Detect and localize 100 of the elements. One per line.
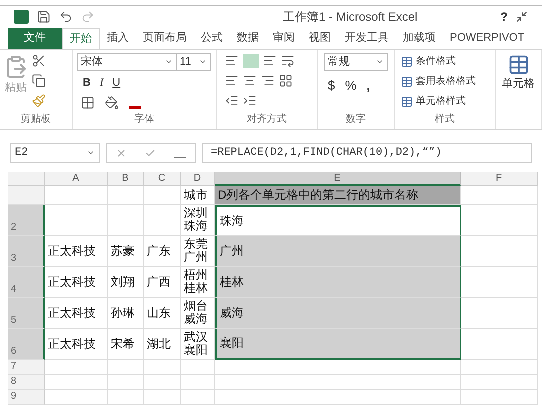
style-menu-button[interactable]: 条件格式 <box>401 54 489 69</box>
ribbon-tab[interactable]: POWERPIVOT <box>443 28 532 49</box>
table-cell: 深圳珠海 <box>181 205 215 236</box>
row-number: 2 <box>11 221 17 235</box>
comma-button[interactable]: , <box>366 76 370 96</box>
merge-icon[interactable] <box>279 74 293 88</box>
ribbon-tab[interactable]: 加载项 <box>396 28 443 49</box>
caret-icon <box>87 149 95 157</box>
table-style-icon <box>401 76 413 88</box>
group-label: 对齐方式 <box>246 112 288 127</box>
ribbon-tab[interactable]: 插入 <box>100 28 136 49</box>
wrap-text-icon[interactable] <box>281 54 295 68</box>
table-cell: 正太科技 <box>45 329 108 360</box>
ribbon-tab[interactable]: 开始 <box>62 28 100 49</box>
table-cell: 湖北 <box>144 329 181 360</box>
indent-increase-icon[interactable] <box>243 94 257 108</box>
table-cell: 襄阳 <box>215 329 461 360</box>
restore-icon[interactable] <box>516 11 528 23</box>
caret-icon <box>199 58 207 66</box>
ribbon-tab[interactable]: 公式 <box>194 28 230 49</box>
italic-button[interactable]: I <box>100 75 104 92</box>
table-cell: 正太科技 <box>45 236 108 267</box>
group-label: 数字 <box>345 112 367 127</box>
column-header[interactable]: F <box>461 172 538 186</box>
align-left-icon[interactable] <box>225 74 239 88</box>
cells-icon[interactable] <box>508 54 530 76</box>
align-top-icon[interactable] <box>225 54 239 68</box>
align-center-icon[interactable] <box>243 74 257 88</box>
table-cell <box>144 360 181 375</box>
table-cell <box>45 360 108 375</box>
group-label: 剪贴板 <box>20 112 52 127</box>
borders-icon[interactable] <box>81 96 95 110</box>
table-cell: 孙琳 <box>108 298 144 329</box>
align-bottom-icon[interactable] <box>263 54 277 68</box>
column-header[interactable]: A <box>45 172 108 186</box>
table-cell: 刘翔 <box>108 267 144 298</box>
cut-icon[interactable] <box>32 54 46 68</box>
fill-color-icon[interactable] <box>105 96 119 110</box>
table-cell <box>144 375 181 390</box>
table-cell: 珠海 <box>215 205 461 236</box>
ribbon-tab[interactable]: 视图 <box>302 28 338 49</box>
copy-icon[interactable] <box>32 74 46 88</box>
ribbon-tab[interactable]: 审阅 <box>266 28 302 49</box>
table-cell: 山东 <box>144 298 181 329</box>
table-cell: 广州 <box>215 236 461 267</box>
undo-icon[interactable] <box>59 10 73 24</box>
row-number: 6 <box>11 345 17 359</box>
style-menu-button[interactable]: 套用表格格式 <box>401 74 489 89</box>
underline-button[interactable]: U <box>112 75 121 92</box>
table-cell: 正太科技 <box>45 298 108 329</box>
table-style-icon <box>401 56 413 68</box>
column-header[interactable]: B <box>108 172 144 186</box>
table-cell: 武汉襄阳 <box>181 329 215 360</box>
table-cell <box>144 186 181 205</box>
ribbon-tab[interactable]: 页面布局 <box>136 28 194 49</box>
row-number: 7 <box>11 360 17 374</box>
row-number: 9 <box>11 390 17 404</box>
table-cell: D列各个单元格中的第二行的城市名称 <box>215 186 461 205</box>
currency-button[interactable]: $ <box>328 76 336 96</box>
font-name-field[interactable]: 宋体 <box>77 53 177 71</box>
save-icon[interactable] <box>37 10 51 24</box>
column-header[interactable]: E <box>215 172 461 186</box>
row-header[interactable]: 6 <box>8 329 45 360</box>
table-cell <box>45 375 108 390</box>
format-painter-icon[interactable] <box>32 94 46 108</box>
font-size-field[interactable]: 11 <box>177 53 211 71</box>
help-button[interactable]: ? <box>500 8 508 26</box>
table-cell: 广西 <box>144 267 181 298</box>
caret-icon <box>165 58 173 66</box>
cells-button[interactable]: 单元格 <box>502 76 535 92</box>
row-header[interactable]: 9 <box>8 390 45 405</box>
column-header[interactable]: C <box>144 172 181 186</box>
row-header[interactable]: 8 <box>8 375 45 390</box>
row-number: 5 <box>11 314 17 328</box>
name-box[interactable]: E2 <box>10 143 100 163</box>
row-header[interactable]: 3 <box>8 236 45 267</box>
align-right-icon[interactable] <box>261 74 275 88</box>
number-format-field[interactable]: 常规 <box>324 53 388 71</box>
ribbon-tab[interactable]: 开发工具 <box>338 28 396 49</box>
percent-button[interactable]: % <box>345 76 357 96</box>
table-cell: 宋希 <box>108 329 144 360</box>
indent-decrease-icon[interactable] <box>225 94 239 108</box>
table-cell <box>108 205 144 236</box>
row-header[interactable]: 7 <box>8 360 45 375</box>
ribbon-tab[interactable]: 文件 <box>8 28 62 49</box>
row-header[interactable]: 4 <box>8 267 45 298</box>
table-cell <box>45 205 108 236</box>
table-cell <box>181 360 215 375</box>
ribbon-tab[interactable]: 数据 <box>230 28 266 49</box>
row-header[interactable]: 2 <box>8 205 45 236</box>
style-menu-button[interactable]: 单元格样式 <box>401 94 489 109</box>
row-number: 3 <box>11 252 17 266</box>
bold-button[interactable]: B <box>83 75 91 92</box>
row-header[interactable]: 5 <box>8 298 45 329</box>
table-cell: 广东 <box>144 236 181 267</box>
table-cell: 梧州桂林 <box>181 267 215 298</box>
formula-field[interactable]: =REPLACE(D2,1,FIND(CHAR(10),D2),“”) <box>202 143 532 163</box>
table-cell: 正太科技 <box>45 267 108 298</box>
column-header[interactable]: D <box>181 172 215 186</box>
table-cell <box>108 186 144 205</box>
